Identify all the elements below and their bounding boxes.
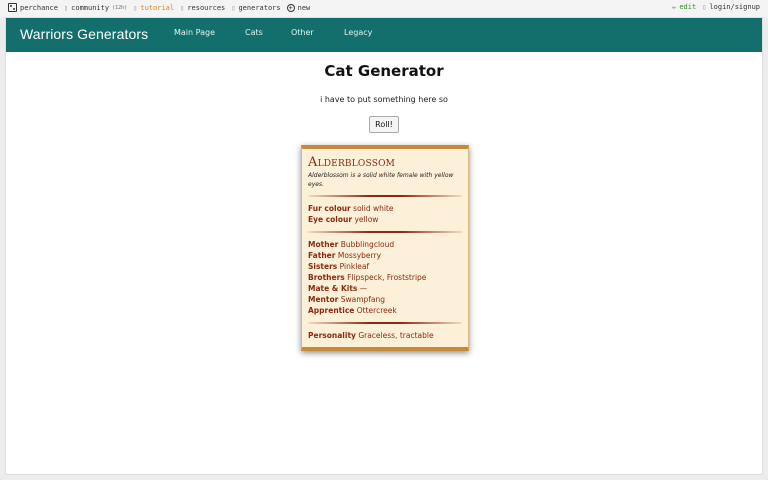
father-row: Father Mossyberry: [308, 250, 462, 261]
brothers-value: Flipspeck, Froststripe: [347, 273, 427, 282]
cat-description: Alderblossom is a solid white female wit…: [308, 172, 454, 188]
navbar-brand[interactable]: Warriors Generators: [20, 26, 148, 42]
mother-value: Bubblingcloud: [340, 240, 395, 249]
plus-circle-icon: +: [286, 3, 295, 12]
grid-icon: ▯: [231, 3, 236, 12]
mentor-label: Mentor: [308, 295, 339, 304]
eye-colour-value: yellow: [354, 215, 379, 224]
nav-link-legacy[interactable]: Legacy: [344, 28, 372, 37]
personality-value: Graceless, tractable: [358, 331, 434, 340]
community-label: community: [71, 3, 110, 12]
divider: [308, 195, 462, 197]
tutorial-label: tutorial: [140, 3, 175, 12]
topbar-left: perchance ▯ community (12h) ▯ tutorial ▯…: [8, 3, 310, 12]
dice-icon: [8, 3, 17, 12]
navbar-links: Main Page Cats Other Legacy: [174, 28, 372, 37]
new-generator-link[interactable]: + new: [286, 3, 311, 12]
book-icon: ▯: [133, 3, 138, 12]
page-title: Cat Generator: [324, 62, 444, 80]
mate-kits-label: Mate & Kits: [308, 284, 358, 293]
sisters-label: Sisters: [308, 262, 338, 271]
site-navbar: Warriors Generators Main Page Cats Other…: [6, 18, 762, 52]
generators-label: generators: [238, 3, 281, 12]
apprentice-value: Ottercreek: [356, 306, 397, 315]
folder-icon: ▯: [180, 3, 185, 12]
nav-link-other[interactable]: Other: [291, 28, 344, 37]
sisters-row: Sisters Pinkleaf: [308, 261, 462, 272]
fur-colour-label: Fur colour: [308, 204, 351, 213]
cat-card: Alderblossom Alderblossom is a solid whi…: [301, 145, 469, 351]
personality-label: Personality: [308, 331, 356, 340]
cat-name: Alderblossom: [308, 155, 396, 170]
mentor-value: Swampfang: [340, 295, 386, 304]
nav-link-cats[interactable]: Cats: [245, 28, 291, 37]
mate-kits-value: —: [359, 284, 368, 293]
resources-label: resources: [187, 3, 226, 12]
perchance-label: perchance: [20, 3, 58, 12]
nav-link-main-page[interactable]: Main Page: [174, 28, 245, 37]
generators-link[interactable]: ▯ generators: [231, 4, 280, 12]
perchance-home-link[interactable]: perchance: [8, 3, 58, 12]
login-label: login/signup: [709, 3, 760, 11]
user-icon: ▯: [702, 3, 707, 11]
mother-row: Mother Bubblingcloud: [308, 239, 462, 250]
login-link[interactable]: ▯ login/signup: [702, 3, 760, 11]
father-label: Father: [308, 251, 336, 260]
topbar-right: ✏ edit ▯ login/signup: [672, 3, 760, 11]
sisters-value: Pinkleaf: [339, 262, 370, 271]
roll-wrapper: Roll!: [6, 112, 762, 133]
chat-icon: ▯: [63, 3, 69, 12]
edit-link[interactable]: ✏ edit: [672, 3, 696, 11]
generator-frame: Warriors Generators Main Page Cats Other…: [5, 17, 763, 475]
fur-colour-row: Fur colour solid white: [308, 203, 462, 214]
mother-label: Mother: [308, 240, 339, 249]
resources-link[interactable]: ▯ resources: [180, 4, 225, 12]
apprentice-row: Apprentice Ottercreek: [308, 305, 462, 316]
brothers-row: Brothers Flipspeck, Froststripe: [308, 272, 462, 283]
mate-kits-row: Mate & Kits —: [308, 283, 462, 294]
edit-label: edit: [679, 3, 697, 11]
fur-colour-value: solid white: [353, 204, 394, 213]
father-value: Mossyberry: [337, 251, 382, 260]
personality-row: Personality Graceless, tractable: [308, 330, 462, 341]
perchance-topbar: perchance ▯ community (12h) ▯ tutorial ▯…: [0, 0, 768, 17]
roll-button[interactable]: Roll!: [369, 116, 399, 133]
divider: [308, 231, 462, 233]
community-link[interactable]: ▯ community (12h): [64, 4, 127, 12]
brothers-label: Brothers: [308, 273, 345, 282]
mentor-row: Mentor Swampfang: [308, 294, 462, 305]
apprentice-label: Apprentice: [308, 306, 355, 315]
new-label: new: [297, 3, 311, 12]
eye-colour-label: Eye colour: [308, 215, 353, 224]
divider: [308, 322, 462, 324]
eye-colour-row: Eye colour yellow: [308, 214, 462, 225]
pencil-icon: ✏: [672, 3, 677, 11]
community-badge: (12h): [112, 4, 128, 11]
page-subtitle: i have to put something here so: [320, 95, 448, 104]
tutorial-link[interactable]: ▯ tutorial: [133, 4, 174, 12]
